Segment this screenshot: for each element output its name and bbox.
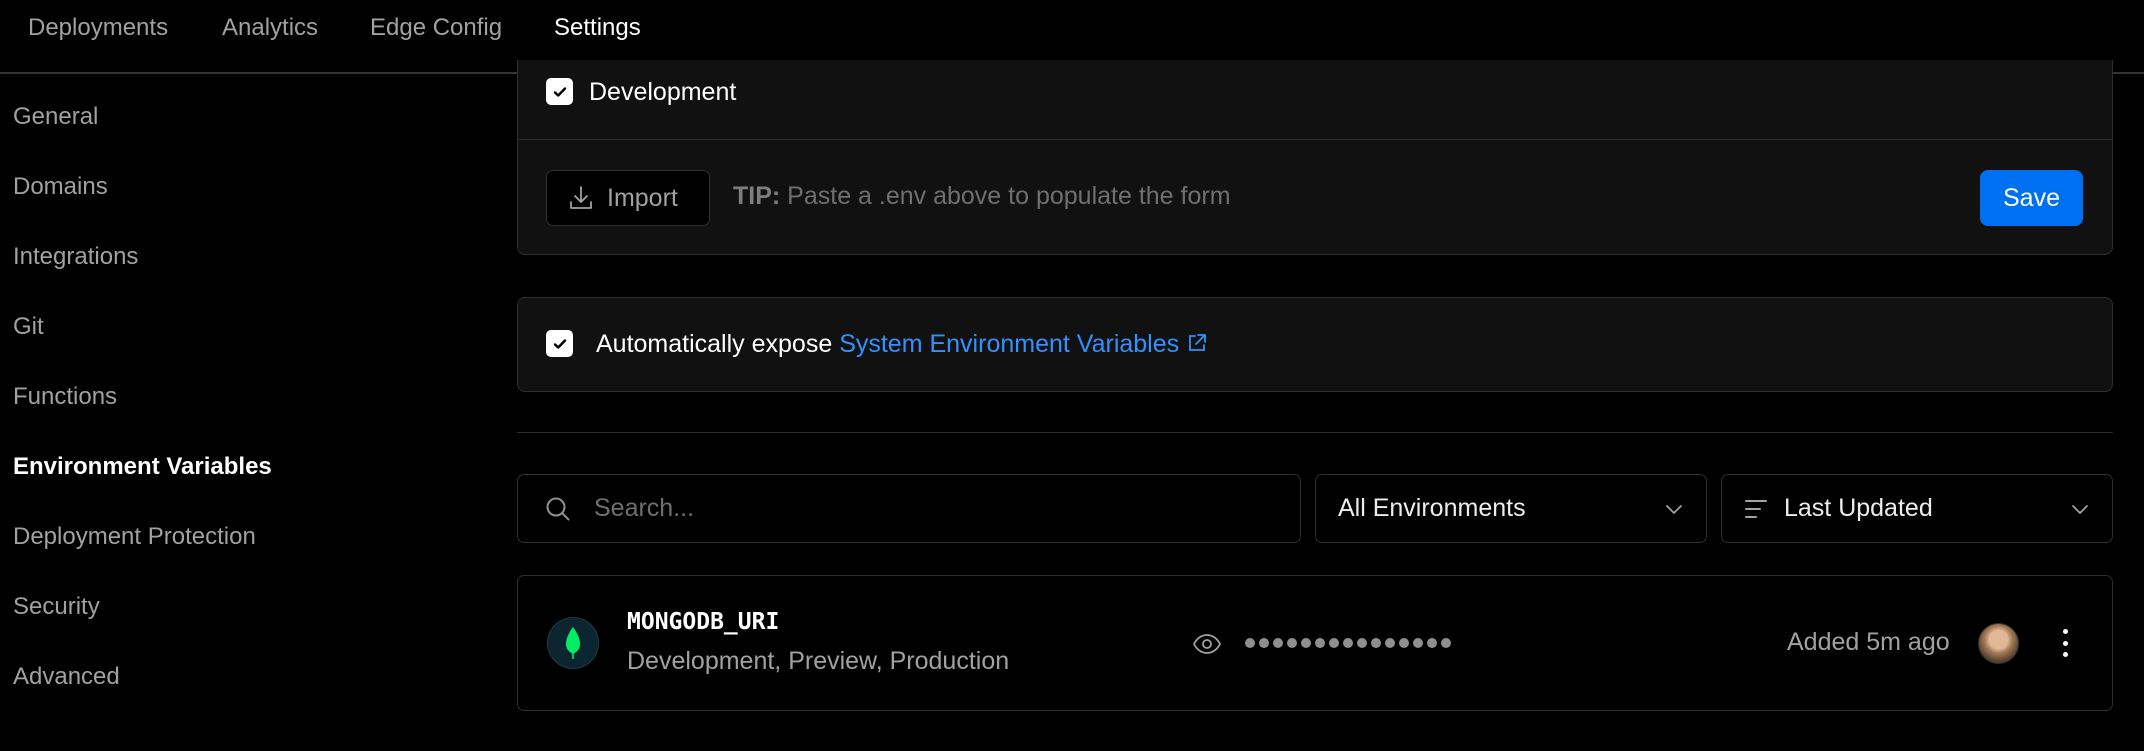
- import-label: Import: [607, 183, 678, 212]
- mask-dot: [1259, 638, 1269, 648]
- system-env-vars-link-text: System Environment Variables: [839, 330, 1180, 358]
- external-link-icon: [1189, 334, 1207, 351]
- search-field[interactable]: Search...: [517, 474, 1301, 543]
- environment-select[interactable]: All Environments: [1315, 474, 1707, 543]
- variable-name: MONGODB_URI: [627, 609, 780, 635]
- download-icon: [570, 186, 592, 209]
- mask-dot: [1287, 638, 1297, 648]
- search-input[interactable]: Search...: [594, 494, 694, 523]
- save-button[interactable]: Save: [1980, 170, 2083, 226]
- sidebar-item-git[interactable]: Git: [13, 313, 44, 341]
- mask-dot: [1357, 638, 1367, 648]
- mask-dot: [1301, 638, 1311, 648]
- mask-dot: [1399, 638, 1409, 648]
- card-divider: [518, 139, 2112, 140]
- chevron-down-icon: [2072, 505, 2088, 514]
- sort-select-value: Last Updated: [1784, 494, 1933, 522]
- import-tip: TIP: Paste a .env above to populate the …: [733, 182, 1231, 211]
- sidebar-item-deployment-protection[interactable]: Deployment Protection: [13, 523, 256, 551]
- sidebar-item-general[interactable]: General: [13, 103, 98, 131]
- development-checkbox[interactable]: [546, 78, 573, 105]
- sort-select[interactable]: Last Updated: [1721, 474, 2113, 543]
- tab-analytics[interactable]: Analytics: [222, 14, 318, 42]
- environment-select-value: All Environments: [1338, 494, 1526, 522]
- avatar[interactable]: [1978, 623, 2019, 664]
- kebab-dot: [2062, 640, 2068, 646]
- chevron-down-icon: [1666, 505, 1682, 514]
- sidebar-item-security[interactable]: Security: [13, 593, 100, 621]
- mask-dot: [1315, 638, 1325, 648]
- sidebar-item-domains[interactable]: Domains: [13, 173, 108, 201]
- mask-dot: [1427, 638, 1437, 648]
- system-env-vars-label: Automatically expose: [596, 330, 833, 358]
- sidebar-item-functions[interactable]: Functions: [13, 383, 117, 411]
- system-env-vars-checkbox[interactable]: [546, 330, 573, 357]
- variable-environments: Development, Preview, Production: [627, 647, 1010, 675]
- sort-lines-icon: [1745, 499, 1767, 518]
- mask-dot: [1273, 638, 1283, 648]
- import-button[interactable]: Import: [546, 170, 710, 226]
- tab-settings[interactable]: Settings: [554, 14, 641, 42]
- more-options-button[interactable]: [2058, 625, 2072, 661]
- tab-edge-config[interactable]: Edge Config: [370, 14, 502, 42]
- sidebar-item-integrations[interactable]: Integrations: [13, 243, 138, 271]
- search-icon: [546, 497, 570, 520]
- tab-deployments[interactable]: Deployments: [28, 14, 168, 42]
- system-env-vars-link[interactable]: System Environment Variables: [839, 330, 1208, 358]
- tip-text: Paste a .env above to populate the form: [787, 182, 1231, 210]
- section-divider: [517, 432, 2113, 433]
- mask-dot: [1413, 638, 1423, 648]
- mask-dot: [1245, 638, 1255, 648]
- env-variable-row[interactable]: MONGODB_URI Development, Preview, Produc…: [517, 575, 2113, 711]
- mask-dot: [1385, 638, 1395, 648]
- sidebar-item-advanced[interactable]: Advanced: [13, 663, 120, 691]
- masked-value: [1245, 638, 1451, 648]
- tip-prefix: TIP:: [733, 182, 781, 210]
- checkmark-icon: [553, 86, 566, 97]
- mask-dot: [1343, 638, 1353, 648]
- added-timestamp: Added 5m ago: [1787, 628, 1950, 656]
- system-env-vars-text: Automatically expose System Environment …: [596, 330, 1208, 359]
- mask-dot: [1371, 638, 1381, 648]
- sidebar-item-environment-variables[interactable]: Environment Variables: [13, 453, 272, 481]
- checkmark-icon: [553, 338, 566, 349]
- add-variable-card: [517, 60, 2113, 255]
- mask-dot: [1441, 638, 1451, 648]
- kebab-dot: [2062, 629, 2068, 634]
- leaf-glyph-icon: [566, 627, 580, 659]
- eye-icon[interactable]: [1192, 629, 1222, 659]
- kebab-dot: [2062, 652, 2068, 657]
- development-checkbox-label: Development: [589, 78, 737, 106]
- mongodb-leaf-icon: [547, 617, 599, 669]
- mask-dot: [1329, 638, 1339, 648]
